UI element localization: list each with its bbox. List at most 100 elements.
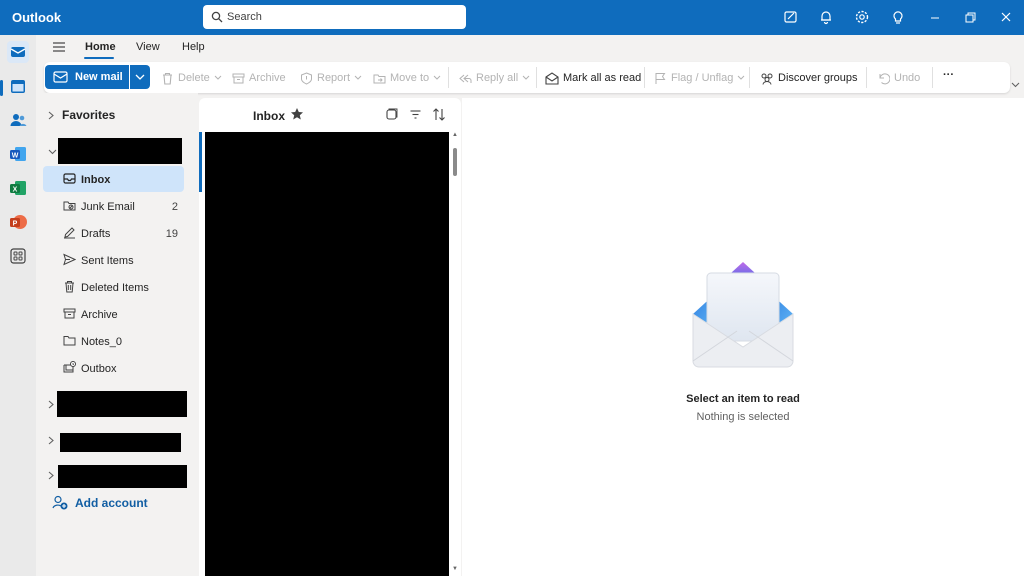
new-mail-dropdown[interactable]: [130, 65, 150, 89]
reply-all-button[interactable]: Reply all: [458, 70, 534, 86]
undo-icon: [879, 72, 890, 84]
tab-active-underline: [84, 57, 114, 59]
delete-button[interactable]: Delete: [161, 70, 226, 86]
tab-help[interactable]: Help: [182, 41, 205, 53]
ribbon-expand-icon[interactable]: [1011, 82, 1020, 88]
report-button[interactable]: Report: [300, 70, 366, 86]
archive-icon: [63, 307, 76, 320]
folder-name: Sent Items: [81, 255, 134, 267]
new-mail-button[interactable]: New mail: [45, 65, 129, 89]
people-icon[interactable]: [7, 109, 29, 131]
archive-button[interactable]: Archive: [232, 70, 286, 86]
flag-unflag-label: Flag / Unflag: [671, 72, 734, 84]
move-to-label: Move to: [390, 72, 430, 84]
message-list-scrollbar[interactable]: ▲ ▼: [451, 132, 459, 576]
hamburger-menu-icon[interactable]: [52, 41, 66, 53]
sort-icon[interactable]: [432, 108, 446, 121]
restore-icon[interactable]: [962, 9, 980, 27]
chevron-down-icon: [522, 75, 530, 80]
tab-view[interactable]: View: [136, 41, 160, 53]
svg-text:W: W: [12, 152, 19, 159]
mail-icon[interactable]: [7, 41, 29, 63]
chevron-down-icon: [135, 74, 145, 80]
folder-name: Outbox: [81, 363, 117, 375]
empty-mailbox-illustration: [691, 259, 795, 369]
filter-icon[interactable]: [409, 108, 422, 121]
add-account-button[interactable]: Add account: [52, 495, 148, 510]
favorites-header[interactable]: Favorites: [48, 108, 115, 122]
chevron-down-icon: [433, 75, 441, 80]
search-icon: [211, 11, 223, 23]
discover-groups-button[interactable]: Discover groups: [760, 70, 857, 86]
chevron-down-icon: [354, 75, 362, 80]
reply-all-label: Reply all: [476, 72, 519, 84]
bell-icon[interactable]: [818, 9, 836, 27]
excel-icon[interactable]: X: [7, 177, 29, 199]
redacted-account-name: [58, 465, 187, 488]
folder-name: Drafts: [81, 228, 111, 240]
select-mode-icon[interactable]: [385, 108, 398, 121]
folder-name: Deleted Items: [81, 282, 149, 294]
reading-pane-title: Select an item to read: [686, 393, 800, 405]
chevron-right-icon: [48, 111, 54, 119]
folder-sent-items[interactable]: Sent Items: [43, 247, 184, 273]
chevron-right-icon[interactable]: [48, 436, 54, 445]
undo-button[interactable]: Undo: [877, 70, 920, 86]
folder-deleted-items[interactable]: Deleted Items: [43, 274, 184, 300]
powerpoint-icon[interactable]: P: [7, 211, 29, 233]
junk-icon: [63, 199, 76, 212]
folder-outbox[interactable]: Outbox: [43, 355, 184, 381]
ribbon-divider: [932, 67, 933, 88]
redacted-message-list[interactable]: [205, 132, 449, 576]
new-mail-label: New mail: [75, 71, 123, 83]
close-icon[interactable]: [998, 9, 1016, 27]
folder-name: Inbox: [81, 174, 111, 186]
ribbon-divider: [749, 67, 750, 88]
favorites-label: Favorites: [62, 108, 116, 122]
message-list-focus-indicator: [199, 132, 202, 192]
envelope-open-icon: [545, 71, 559, 85]
folder-pane: Favorites Inbox Junk Email 2 Drafts 19 S…: [36, 93, 198, 576]
folder-junk-email[interactable]: Junk Email 2: [43, 193, 184, 219]
apps-icon[interactable]: [7, 245, 29, 267]
message-list: Inbox ▲ ▼: [199, 98, 461, 576]
folder-count: 19: [165, 228, 178, 240]
flag-unflag-button[interactable]: Flag / Unflag: [654, 70, 749, 86]
folder-inbox[interactable]: Inbox: [43, 166, 184, 192]
mark-all-read-button[interactable]: Mark all as read: [545, 70, 641, 86]
minimize-icon[interactable]: [927, 9, 945, 27]
discover-groups-label: Discover groups: [778, 72, 858, 84]
reading-pane-subtitle: Nothing is selected: [696, 411, 790, 423]
chevron-down-icon[interactable]: [48, 149, 57, 155]
compose-note-icon[interactable]: [783, 9, 801, 27]
chevron-right-icon[interactable]: [48, 400, 54, 409]
star-icon[interactable]: [290, 107, 304, 121]
report-label: Report: [317, 72, 351, 84]
folder-archive[interactable]: Archive: [43, 301, 184, 327]
scrollbar-thumb[interactable]: [453, 148, 457, 176]
search-box[interactable]: Search: [203, 5, 466, 29]
word-icon[interactable]: W: [7, 143, 29, 165]
ribbon-divider: [644, 67, 645, 88]
delete-label: Delete: [178, 72, 210, 84]
lightbulb-icon[interactable]: [890, 9, 908, 27]
more-options-button[interactable]: ···: [943, 67, 954, 83]
add-account-icon: [52, 495, 68, 510]
chevron-right-icon[interactable]: [48, 471, 54, 480]
gear-icon[interactable]: [854, 9, 872, 27]
shield-icon: [301, 71, 312, 85]
folder-notes-0[interactable]: Notes_0: [43, 328, 184, 354]
menu-bar: Home View Help: [36, 35, 1024, 61]
calendar-icon[interactable]: [7, 75, 29, 97]
tab-home[interactable]: Home: [85, 41, 116, 53]
folder-move-icon: [373, 74, 386, 83]
scroll-down-icon[interactable]: ▼: [452, 566, 458, 572]
move-to-button[interactable]: Move to: [373, 70, 445, 86]
mail-icon: [53, 71, 68, 83]
folder-drafts[interactable]: Drafts 19: [43, 220, 184, 246]
folder-name: Junk Email: [81, 201, 135, 213]
undo-label: Undo: [894, 72, 921, 84]
redacted-account-name: [57, 391, 187, 417]
scroll-up-icon[interactable]: ▲: [452, 132, 458, 138]
search-placeholder: Search: [227, 11, 262, 23]
